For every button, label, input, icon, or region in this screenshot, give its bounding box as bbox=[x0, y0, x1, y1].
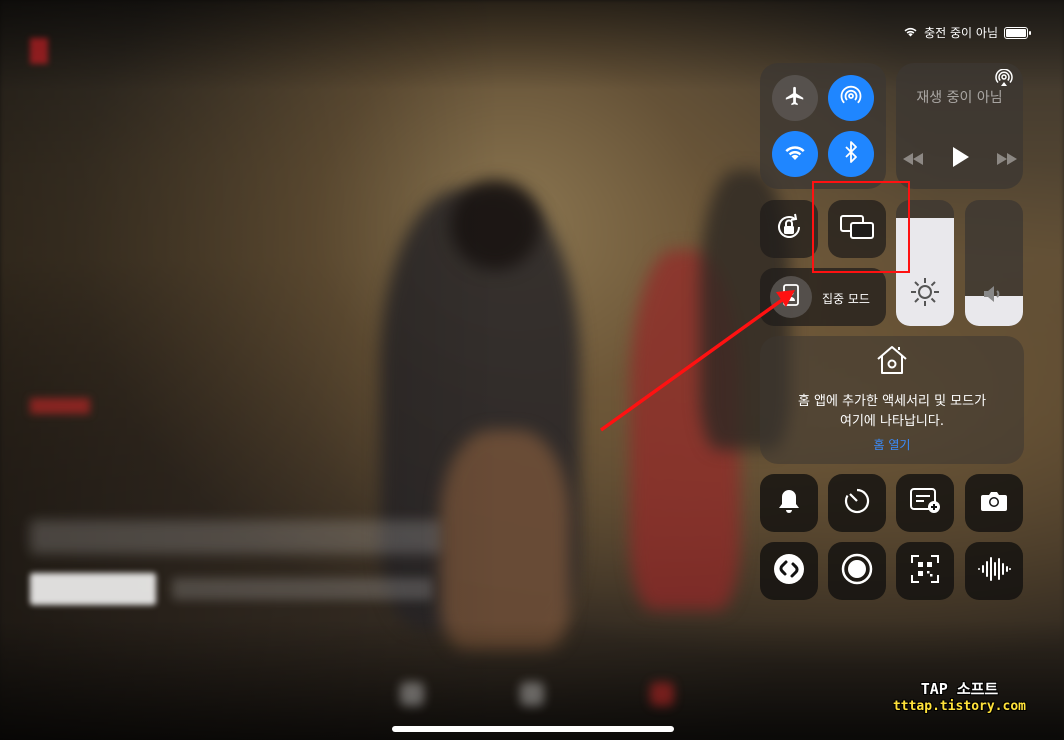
annotation-arrow-head bbox=[776, 290, 795, 307]
annotation-arrow-line bbox=[599, 298, 784, 432]
annotation-arrow bbox=[599, 290, 795, 432]
watermark-title: TAP 소프트 bbox=[920, 680, 999, 698]
home-indicator[interactable] bbox=[392, 726, 674, 732]
watermark: TAP 소프트 tttap.tistory.com bbox=[893, 678, 1026, 714]
watermark-url: tttap.tistory.com bbox=[892, 699, 1026, 714]
